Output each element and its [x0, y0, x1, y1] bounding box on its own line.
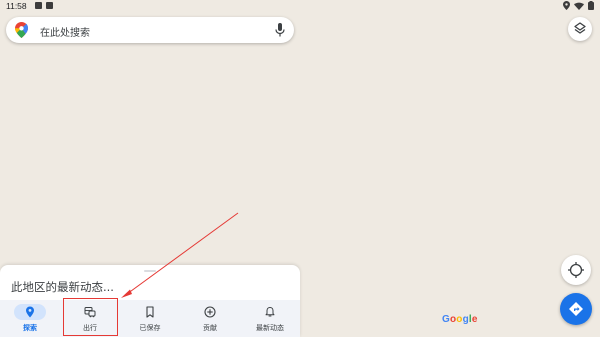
directions-button[interactable]: [560, 293, 592, 325]
image-notification-icon: [35, 2, 42, 9]
app-notification-icon: [46, 2, 53, 9]
search-bar[interactable]: 在此处搜索: [6, 17, 294, 43]
nav-label-updates: 最新动态: [256, 324, 284, 332]
bell-icon: [265, 307, 275, 317]
commute-icon: [84, 307, 96, 318]
nav-item-explore[interactable]: 探索: [0, 300, 60, 337]
google-logo-text: Google: [442, 314, 478, 325]
nav-label-saved: 已保存: [139, 324, 161, 332]
bookmark-icon: [146, 306, 154, 318]
layers-button[interactable]: [568, 17, 592, 41]
nav-label-contribute: 贡献: [203, 324, 217, 332]
sheet-drag-handle[interactable]: [144, 270, 156, 272]
google-logo: Google: [442, 314, 478, 325]
status-indicators: [563, 1, 594, 10]
directions-icon: [569, 302, 583, 316]
microphone-icon[interactable]: [275, 23, 285, 37]
my-location-button[interactable]: [561, 255, 591, 285]
add-circle-icon: [204, 306, 216, 318]
status-time: 11:58: [6, 1, 27, 11]
search-input[interactable]: 在此处搜索: [40, 24, 90, 39]
layers-icon: [574, 22, 586, 34]
location-pin-icon: [26, 306, 34, 318]
nav-label-explore: 探索: [23, 324, 37, 332]
nav-label-commute: 出行: [83, 324, 97, 332]
crosshair-icon: [568, 262, 584, 278]
location-status-icon: [563, 1, 570, 10]
nav-item-updates[interactable]: 最新动态: [240, 300, 300, 337]
nav-item-commute[interactable]: 出行: [60, 300, 120, 337]
nav-item-saved[interactable]: 已保存: [120, 300, 180, 337]
google-maps-pin-icon: [15, 22, 28, 38]
sheet-title: 此地区的最新动态...: [11, 280, 114, 294]
bottom-navigation: 探索 出行 已保存 贡献 最新动态: [0, 300, 300, 337]
battery-icon: [588, 1, 594, 10]
wifi-icon: [574, 2, 584, 10]
nav-item-contribute[interactable]: 贡献: [180, 300, 240, 337]
status-bar: 11:58: [0, 0, 600, 13]
